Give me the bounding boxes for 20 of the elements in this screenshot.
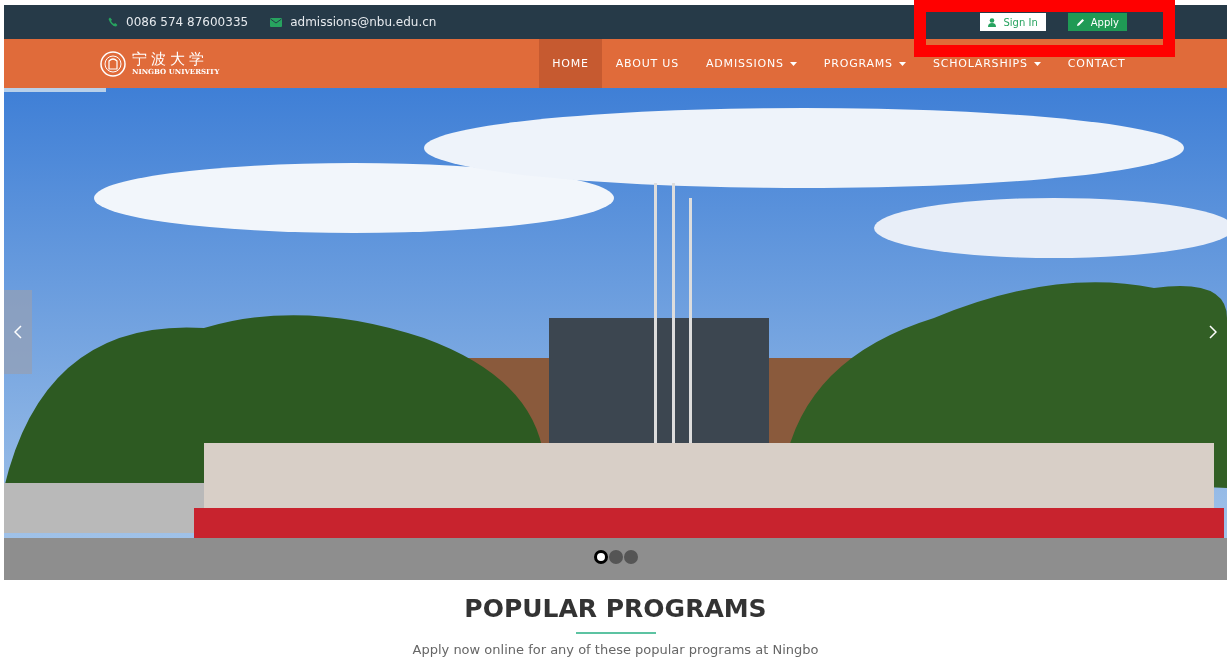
chevron-left-icon xyxy=(14,325,22,339)
nav-link[interactable]: HOME xyxy=(538,39,603,88)
envelope-icon xyxy=(270,17,283,27)
phone-number: 0086 574 87600335 xyxy=(126,15,249,29)
pencil-icon xyxy=(1075,17,1085,27)
nav-link[interactable]: SCHOLARSHIPS xyxy=(919,39,1055,88)
apply-button[interactable]: Apply xyxy=(1067,13,1127,31)
email-address: admissions@nbu.edu.cn xyxy=(290,15,437,29)
nav-link[interactable]: ADMISSIONS xyxy=(692,39,811,88)
nav-link[interactable]: PROGRAMS xyxy=(810,39,920,88)
sign-in-button[interactable]: Sign In xyxy=(980,13,1046,31)
phone-icon xyxy=(108,17,118,27)
university-seal-icon xyxy=(100,50,126,77)
nav-link[interactable]: ABOUT US xyxy=(602,39,693,88)
section-subtitle: Apply now online for any of these popular programs at Ningbo xyxy=(412,642,819,657)
logo-wordmark: 宁波大学 xyxy=(132,51,209,67)
person-icon xyxy=(988,17,998,27)
nav-link[interactable]: CONTACT xyxy=(1054,39,1139,88)
chevron-right-icon xyxy=(1209,325,1217,339)
section-title: POPULAR PROGRAMS xyxy=(464,594,767,624)
